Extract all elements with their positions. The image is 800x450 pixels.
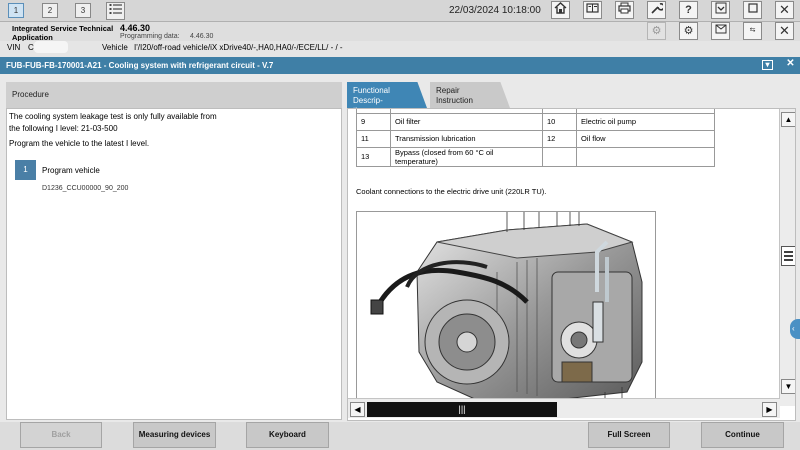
vehicle-label: Vehicle [102, 43, 128, 52]
gear-dim-icon: ⚙ [647, 22, 666, 40]
bottom-action-bar: Back Measuring devices Keyboard Full Scr… [0, 422, 800, 450]
tab-repair-label-2: Instruction [436, 96, 473, 105]
notebook-icon[interactable] [583, 1, 602, 19]
vehicle-value: I'/I20/off-road vehicle/iX xDrive40/-,HA… [134, 43, 343, 52]
app-version: 4.46.30 [120, 23, 151, 33]
vehicle-connection-icon[interactable]: ⇆ [743, 22, 762, 40]
maximize-icon[interactable] [743, 1, 762, 19]
side-panel-toggle-icon[interactable]: ‹ [790, 319, 800, 339]
minimize-icon[interactable] [711, 1, 730, 19]
measuring-devices-button[interactable]: Measuring devices [133, 422, 216, 448]
close-document-icon[interactable]: ✕ [785, 59, 796, 70]
vin-label: VIN [7, 43, 21, 52]
table-row: 11 Transmission lubrication 12 Oil flow [356, 129, 715, 148]
tab-repair-label-1: Repair [436, 86, 460, 95]
drive-unit-figure [356, 211, 656, 405]
vin-redaction [34, 41, 68, 53]
step-code: D1236_CCU00000_90_200 [42, 185, 129, 192]
document-title-bar: FUB-FUB-FB-170001-A21 - Cooling system w… [0, 57, 800, 74]
table-cell: Electric oil pump [576, 112, 715, 131]
tab-procedure-label: Procedure [12, 90, 49, 99]
table-cell: 13 [356, 146, 391, 167]
vertical-scrollbar[interactable]: ▲ ▼ [779, 109, 795, 406]
tab-procedure[interactable]: Procedure [6, 82, 342, 108]
full-screen-button[interactable]: Full Screen [588, 422, 670, 448]
close-session-icon[interactable]: ✕ [775, 22, 794, 40]
app-name-line1: Integrated Service Technical [12, 24, 114, 33]
printer-icon[interactable] [615, 1, 634, 19]
horizontal-scrollbar[interactable]: ◀ ||| ▶ [348, 398, 780, 418]
procedure-panel: The cooling system leakage test is only … [6, 108, 342, 420]
scroll-right-button[interactable]: ▶ [762, 402, 777, 417]
table-cell: Transmission lubrication [390, 129, 543, 148]
vehicle-info-row: VIN C Vehicle I'/I20/off-road vehicle/iX… [0, 41, 800, 55]
help-icon[interactable]: ? [679, 1, 698, 19]
table-row: 13 Bypass (closed from 60 °C oil tempera… [356, 146, 715, 167]
session-tab-1[interactable]: 1 [8, 3, 24, 18]
collapse-icon[interactable]: ▾ [762, 60, 773, 70]
programming-data-value: 4.46.30 [190, 33, 214, 40]
table-cell: 12 [542, 129, 577, 148]
list-icon[interactable] [106, 2, 125, 20]
table-cell [576, 146, 715, 167]
tab-repair-instruction[interactable]: Repair Instruction [430, 82, 510, 108]
vertical-scroll-thumb[interactable] [781, 246, 795, 266]
table-cell: Oil flow [576, 129, 715, 148]
tab-functional-label-1: Functional Descrip- [353, 86, 390, 105]
back-button[interactable]: Back [20, 422, 102, 448]
continue-button[interactable]: Continue [701, 422, 784, 448]
functional-description-panel: 9 Oil filter 10 Electric oil pump 11 Tra… [347, 108, 796, 421]
procedure-text-1: The cooling system leakage test is only … [9, 112, 217, 121]
wrench-icon[interactable] [647, 1, 666, 19]
procedure-text-3: Program the vehicle to the latest I leve… [9, 139, 150, 148]
procedure-text-2: the following I level: 21-03-500 [9, 124, 118, 133]
step-number[interactable]: 1 [15, 160, 36, 180]
table-cell: 11 [356, 129, 391, 148]
table-cell: 9 [356, 112, 391, 131]
gear-icon[interactable]: ⚙ [679, 22, 698, 40]
datetime: 22/03/2024 10:18:00 [449, 5, 541, 16]
scroll-left-button[interactable]: ◀ [350, 402, 365, 417]
close-icon[interactable]: ✕ [775, 1, 794, 19]
figure-caption: Coolant connections to the electric driv… [356, 187, 547, 196]
document-title: FUB-FUB-FB-170001-A21 - Cooling system w… [6, 61, 274, 70]
table-cell: Bypass (closed from 60 °C oil temperatur… [390, 146, 543, 167]
mail-icon[interactable] [711, 22, 730, 40]
tab-functional-description[interactable]: Functional Descrip- tion [347, 82, 427, 108]
vin-value: C [28, 43, 34, 52]
top-toolbar: 1 2 3 22/03/2024 10:18:00 ? ✕ [0, 0, 800, 22]
session-tab-3[interactable]: 3 [75, 3, 91, 18]
table-cell [542, 146, 577, 167]
session-tab-2[interactable]: 2 [42, 3, 58, 18]
table-cell: Oil filter [390, 112, 543, 131]
horizontal-scroll-thumb[interactable]: ||| [367, 402, 557, 417]
table-row: 9 Oil filter 10 Electric oil pump [356, 112, 715, 131]
component-table: 9 Oil filter 10 Electric oil pump 11 Tra… [356, 109, 715, 167]
programming-data-label: Programming data: [120, 33, 180, 40]
scroll-down-button[interactable]: ▼ [781, 379, 795, 394]
scroll-up-button[interactable]: ▲ [781, 112, 795, 127]
table-cell: 10 [542, 112, 577, 131]
main-area: Procedure Functional Descrip- tion Repai… [0, 74, 800, 422]
app-header: Integrated Service Technical Application… [0, 22, 800, 42]
step-title[interactable]: Program vehicle [42, 166, 100, 175]
home-icon[interactable] [551, 1, 570, 19]
keyboard-button[interactable]: Keyboard [246, 422, 329, 448]
